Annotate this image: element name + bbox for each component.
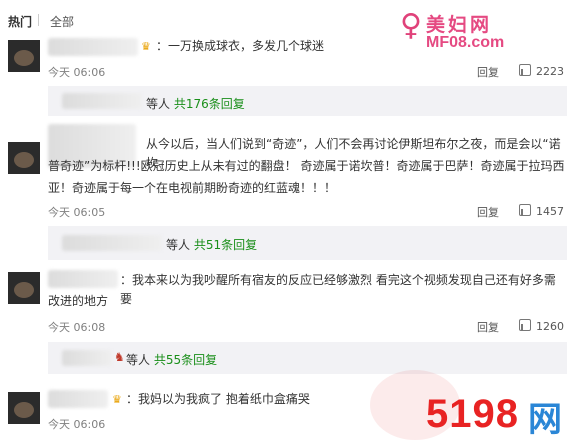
tab-all[interactable]: 全部	[50, 13, 74, 30]
like-count: 2223	[536, 65, 564, 78]
flame-icon: ♞	[114, 350, 125, 364]
avatar[interactable]	[8, 40, 40, 72]
username-redacted[interactable]	[48, 390, 108, 408]
thumbs-up-icon	[519, 204, 531, 216]
comment-text: ：一万换成球衣，多发几个球迷	[156, 39, 325, 53]
more-replies-link[interactable]: 等人 共51条回复	[166, 236, 257, 253]
comment-text: ：我妈以为我疯了 抱着纸巾盒痛哭	[126, 392, 310, 406]
username-redacted	[62, 350, 112, 366]
reply-button[interactable]: 回复	[477, 319, 499, 335]
like-count: 1260	[536, 320, 564, 333]
tab-divider	[38, 14, 39, 26]
thumbs-up-icon	[519, 64, 531, 76]
avatar[interactable]	[8, 272, 40, 304]
like-button[interactable]: 2223	[519, 64, 564, 78]
site-logo-chinese: 美妇网	[426, 14, 493, 36]
username-redacted	[62, 93, 142, 109]
avatar[interactable]	[8, 142, 40, 174]
like-button[interactable]: 1457	[519, 204, 564, 218]
comment-text-line: 普奇迹”为标杆!!!欧冠历史上从未有过的翻盘！ 奇迹属于诺坎普！奇迹属于巴萨！奇…	[48, 159, 565, 173]
sub-reply-box[interactable]: 等人 共51条回复	[48, 226, 567, 260]
thumbs-up-icon	[519, 319, 531, 331]
sub-reply-box[interactable]: 等人 共176条回复	[48, 86, 567, 116]
tab-hot[interactable]: 热门	[8, 13, 32, 30]
comment-text-line: 亚！奇迹属于每一个在电视前期盼奇迹的红蓝魂！！！	[48, 181, 337, 195]
comment-time: 今天 06:06	[48, 66, 106, 79]
username-redacted	[62, 235, 162, 251]
vip-badge-icon: ♛	[141, 40, 151, 53]
site-logo-url: MF08.com	[426, 34, 505, 51]
site-logo-bottom: 5198 网	[426, 392, 567, 442]
vip-badge-icon: ♛	[112, 393, 122, 406]
comment-text-line: ：我本来以为我吵醒所有宿友的反应已经够激烈 看完这个视频发现自己还有好多需要	[120, 273, 556, 306]
sub-reply-box[interactable]: ♞ 等人 共55条回复	[48, 342, 567, 374]
like-button[interactable]: 1260	[519, 319, 564, 333]
figure-icon: ♀	[400, 8, 422, 43]
like-count: 1457	[536, 205, 564, 218]
comment-time: 今天 06:08	[48, 321, 106, 334]
comment-time: 今天 06:05	[48, 206, 106, 219]
comment-text-line: 改进的地方	[48, 294, 109, 308]
reply-button[interactable]: 回复	[477, 204, 499, 220]
reply-button[interactable]: 回复	[477, 64, 499, 80]
site-logo-top: ♀ 美妇网 MF08.com	[398, 6, 548, 54]
logo-number: 5198	[426, 392, 519, 436]
username-redacted[interactable]	[48, 270, 118, 288]
more-replies-link[interactable]: 等人 共55条回复	[126, 351, 217, 368]
username-redacted[interactable]	[48, 38, 138, 56]
logo-suffix: 网	[528, 400, 562, 440]
more-replies-link[interactable]: 等人 共176条回复	[146, 95, 245, 112]
avatar[interactable]	[8, 392, 40, 424]
comment-time: 今天 06:06	[48, 418, 106, 431]
